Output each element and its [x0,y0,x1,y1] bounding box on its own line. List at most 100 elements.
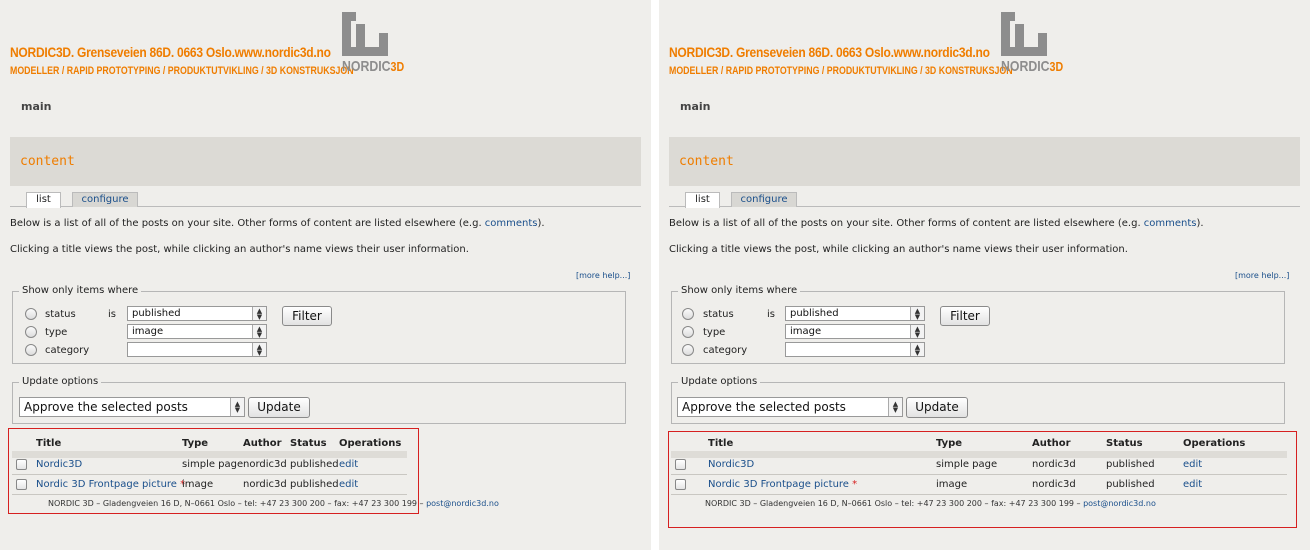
footer-email-link[interactable]: post@nordic3d.no [1083,499,1156,508]
col-author[interactable]: Author [243,438,282,449]
row-type: image [182,479,214,490]
intro-paragraph-1: Below is a list of all of the posts on y… [10,218,545,229]
tab-list[interactable]: list [685,192,720,208]
nordic3d-logo[interactable]: NORDIC3D [1001,3,1067,78]
page-title-band: content [10,137,641,186]
row-title-link[interactable]: Nordic 3D Frontpage picture * [36,479,185,490]
nordic3d-logo[interactable]: NORDIC3D [342,3,408,78]
col-title[interactable]: Title [708,438,733,449]
col-author[interactable]: Author [1032,438,1071,449]
col-operations: Operations [339,438,402,449]
row-checkbox[interactable] [16,459,27,470]
row-title-link[interactable]: Nordic3D [36,459,82,470]
is-label: is [108,309,116,320]
row-status: published [1106,459,1155,470]
category-radio[interactable] [25,344,37,356]
row-type: simple page [182,459,244,470]
comments-link[interactable]: comments [485,218,538,229]
update-action-select[interactable]: Approve the selected posts ▲ ▼ [677,397,903,417]
tab-bar: list configure [669,192,1300,208]
select-arrows-icon: ▲ ▼ [230,398,244,416]
brand-address-line: NORDIC3D. Grenseveien 86D. 0663 Oslo.www… [10,44,331,60]
row-edit-link[interactable]: edit [339,459,358,470]
update-button[interactable]: Update [248,397,310,418]
filter-fieldset: Show only items where [12,285,626,364]
row-author-link[interactable]: nordic3d [1032,479,1076,490]
status-radio[interactable] [25,308,37,320]
tab-configure[interactable]: configure [72,192,138,207]
intro-paragraph-2: Clicking a title views the post, while c… [10,244,469,255]
update-button[interactable]: Update [906,397,968,418]
tab-configure[interactable]: configure [731,192,797,207]
row-checkbox[interactable] [675,479,686,490]
status-select[interactable]: published ▲ ▼ [127,306,267,321]
col-title[interactable]: Title [36,438,61,449]
logo-wordmark: NORDIC3D [1001,58,1064,75]
filter-button[interactable]: Filter [282,306,332,326]
type-select[interactable]: image ▲ ▼ [785,324,925,339]
type-radio[interactable] [25,326,37,338]
row-checkbox[interactable] [16,479,27,490]
required-marker: * [852,479,858,490]
table-header-bar [12,451,407,458]
brand-tagline: MODELLER / RAPID PROTOTYPING / PRODUKTUT… [10,65,354,77]
panel-divider [651,0,659,550]
row-edit-link[interactable]: edit [339,479,358,490]
row-checkbox[interactable] [675,459,686,470]
row-status: published [1106,479,1155,490]
row-type: image [936,479,968,490]
more-help-link[interactable]: [more help...] [1235,271,1289,280]
status-label: status [703,309,734,320]
more-help-link[interactable]: [more help...] [576,271,630,280]
col-type[interactable]: Type [936,438,962,449]
row-author-link[interactable]: nordic3d [243,459,287,470]
main-nav-link[interactable]: main [680,100,711,113]
row-title-link[interactable]: Nordic 3D Frontpage picture * [708,479,857,490]
status-label: status [45,309,76,320]
row-title-link[interactable]: Nordic3D [708,459,754,470]
select-arrows-icon: ▲ ▼ [888,398,902,416]
row-edit-link[interactable]: edit [1183,479,1202,490]
screenshot-panel-left: NORDIC3D. Grenseveien 86D. 0663 Oslo.www… [0,0,651,550]
page-title-band: content [669,137,1300,186]
intro-paragraph-2: Clicking a title views the post, while c… [669,244,1128,255]
row-author-link[interactable]: nordic3d [243,479,287,490]
category-select[interactable]: ▲ ▼ [785,342,925,357]
site-footer: NORDIC 3D – Gladengveien 16 D, N–0661 Os… [705,499,1156,508]
row-type: simple page [936,459,998,470]
page-title: content [679,154,734,169]
is-label: is [767,309,775,320]
select-arrows-icon: ▲ ▼ [910,307,924,321]
main-nav-link[interactable]: main [21,100,52,113]
row-edit-link[interactable]: edit [1183,459,1202,470]
col-type[interactable]: Type [182,438,208,449]
screenshot-panel-right: NORDIC3D. Grenseveien 86D. 0663 Oslo.www… [659,0,1310,550]
row-author-link[interactable]: nordic3d [1032,459,1076,470]
tab-list[interactable]: list [26,192,61,208]
status-select[interactable]: published ▲ ▼ [785,306,925,321]
update-action-select[interactable]: Approve the selected posts ▲ ▼ [19,397,245,417]
row-status: published [290,459,339,470]
col-operations: Operations [1183,438,1246,449]
filter-button[interactable]: Filter [940,306,990,326]
type-radio[interactable] [682,326,694,338]
select-arrows-icon: ▲ ▼ [910,325,924,339]
category-label: category [45,345,90,356]
filter-legend: Show only items where [19,285,142,296]
category-select[interactable]: ▲ ▼ [127,342,267,357]
select-arrows-icon: ▲ ▼ [252,343,266,357]
site-footer: NORDIC 3D – Gladengveien 16 D, N–0661 Os… [48,499,499,508]
select-arrows-icon: ▲ ▼ [910,343,924,357]
type-select[interactable]: image ▲ ▼ [127,324,267,339]
tab-bar: list configure [10,192,641,208]
footer-email-link[interactable]: post@nordic3d.no [426,499,499,508]
category-radio[interactable] [682,344,694,356]
select-arrows-icon: ▲ ▼ [252,325,266,339]
status-radio[interactable] [682,308,694,320]
page-title: content [20,154,75,169]
comments-link[interactable]: comments [1144,218,1197,229]
col-status[interactable]: Status [290,438,327,449]
table-header-bar [671,451,1287,458]
category-label: category [703,345,748,356]
col-status[interactable]: Status [1106,438,1143,449]
